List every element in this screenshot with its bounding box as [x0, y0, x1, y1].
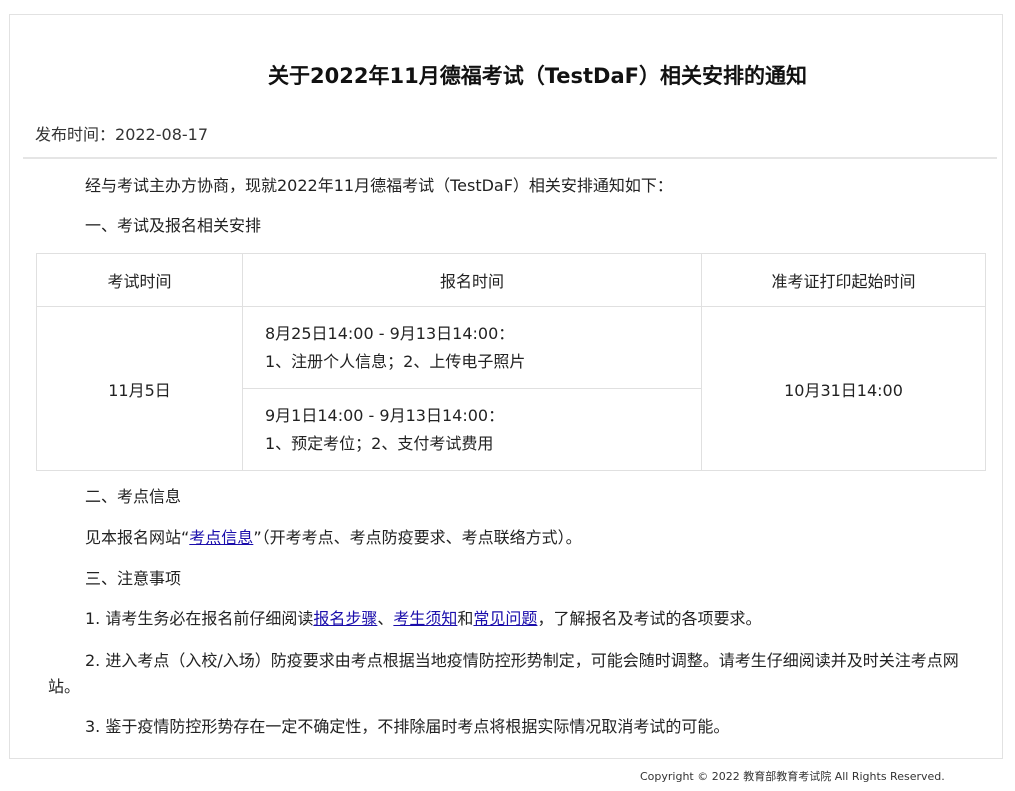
section-heading-venue: 二、考点信息 [85, 487, 182, 506]
note-2: 2. 进入考点（入校/入场）防疫要求由考点根据当地疫情防控形势制定，可能会随时调… [48, 651, 959, 696]
registration-period-1: 8月25日14:00 - 9月13日14:00： 1、注册个人信息；2、上传电子… [242, 306, 702, 389]
publish-date-value: 2022-08-17 [115, 125, 208, 144]
registration-period-1-time: 8月25日14:00 - 9月13日14:00： [265, 323, 515, 343]
admission-print-cell: 10月31日14:00 [701, 306, 986, 471]
table-row: 11月5日 8月25日14:00 - 9月13日14:00： 1、注册个人信息；… [36, 306, 986, 471]
note-1-sep2: 和 [457, 609, 474, 628]
faq-link[interactable]: 常见问题 [473, 609, 537, 628]
footer-copyright: Copyright © 2022 教育部教育考试院 All Rights Res… [640, 770, 945, 783]
header-registration-time: 报名时间 [242, 253, 702, 307]
venue-text-post: ”（开考考点、考点防疫要求、考点联络方式）。 [253, 528, 582, 547]
publish-date-label: 发布时间： [35, 125, 116, 144]
note-1: 1. 请考生务必在报名前仔细阅读报名步骤、考生须知和常见问题，了解报名及考试的各… [48, 606, 978, 632]
note-1-post: ，了解报名及考试的各项要求。 [537, 609, 762, 628]
note-1-pre: 1. 请考生务必在报名前仔细阅读 [85, 609, 314, 628]
header-exam-time: 考试时间 [36, 253, 243, 307]
publish-date: 发布时间：2022-08-17 [35, 121, 208, 145]
page-title: 关于2022年11月德福考试（TestDaF）相关安排的通知 [268, 64, 807, 88]
header-admission-print-time: 准考证打印起始时间 [701, 253, 986, 307]
intro-paragraph: 经与考试主办方协商，现就2022年11月德福考试（TestDaF）相关安排通知如… [85, 176, 673, 195]
registration-period-2-steps: 1、预定考位；2、支付考试费用 [265, 433, 494, 453]
title-divider [23, 157, 997, 159]
table-header-row: 考试时间 报名时间 准考证打印起始时间 [36, 253, 986, 307]
note-1-sep1: 、 [377, 609, 394, 628]
section-heading-arrangement: 一、考试及报名相关安排 [85, 216, 262, 235]
registration-period-2-time: 9月1日14:00 - 9月13日14:00： [265, 405, 505, 425]
registration-steps-link[interactable]: 报名步骤 [313, 609, 377, 628]
venue-info-link[interactable]: 考点信息 [189, 528, 253, 547]
note-3: 3. 鉴于疫情防控形势存在一定不确定性，不排除届时考点将根据实际情况取消考试的可… [85, 717, 730, 736]
registration-period-1-steps: 1、注册个人信息；2、上传电子照片 [265, 351, 526, 371]
venue-text-pre: 见本报名网站“ [85, 528, 190, 547]
registration-period-2: 9月1日14:00 - 9月13日14:00： 1、预定考位；2、支付考试费用 [242, 388, 702, 471]
section-heading-notes: 三、注意事项 [85, 569, 182, 588]
candidate-guidelines-link[interactable]: 考生须知 [393, 609, 457, 628]
venue-paragraph: 见本报名网站“考点信息”（开考考点、考点防疫要求、考点联络方式）。 [48, 525, 978, 551]
exam-date-cell: 11月5日 [36, 306, 243, 471]
schedule-table: 考试时间 报名时间 准考证打印起始时间 11月5日 8月25日14:00 - 9… [36, 253, 986, 471]
